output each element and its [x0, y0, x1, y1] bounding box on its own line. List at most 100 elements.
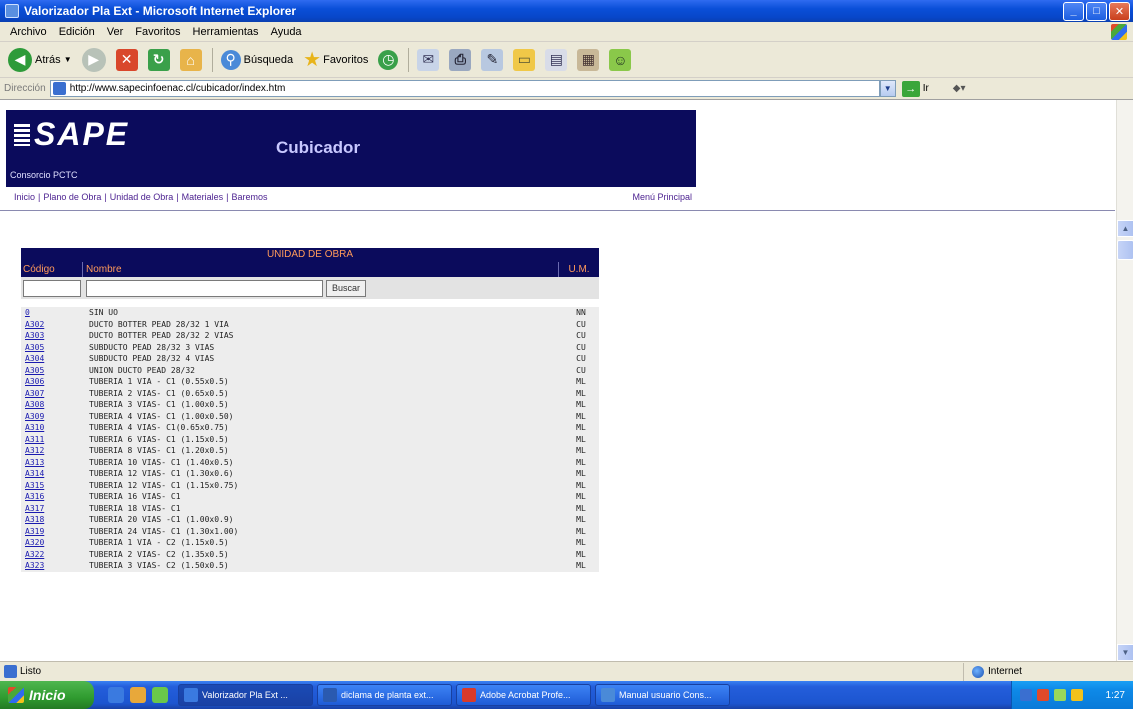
row-name: TUBERIA 1 VIA - C1 (0.55x0.5)	[89, 377, 229, 386]
table-row: A307 TUBERIA 2 VIAS- C1 (0.65x0.5) ML	[21, 388, 599, 400]
row-unit: ML	[576, 434, 586, 444]
chevron-down-icon[interactable]: ▼	[64, 55, 72, 64]
search-icon: ⚲	[220, 49, 241, 70]
row-code-link[interactable]: A319	[21, 526, 85, 538]
row-name: TUBERIA 1 VIA - C2 (1.15x0.5)	[89, 538, 229, 547]
row-code-link[interactable]: A307	[21, 388, 85, 400]
scroll-up-button[interactable]: ▲	[1117, 220, 1133, 237]
row-code-link[interactable]: A309	[21, 411, 85, 423]
mail-button[interactable]: ✉	[413, 46, 443, 74]
row-code-link[interactable]: A308	[21, 399, 85, 411]
search-button[interactable]: ⚲ Búsqueda	[217, 46, 298, 74]
name-search-input[interactable]	[86, 279, 323, 297]
ie-icon	[184, 688, 198, 702]
menu-ver[interactable]: Ver	[101, 26, 130, 38]
acrobat-icon	[462, 688, 476, 702]
messenger-tray-icon[interactable]	[1071, 689, 1083, 701]
forward-button[interactable]: ▶	[78, 46, 110, 74]
windows-flag-icon	[8, 687, 24, 703]
table-row: A305 UNION DUCTO PEAD 28/32 CU	[21, 365, 599, 377]
nav-inicio[interactable]: Inicio	[14, 192, 35, 202]
row-code-link[interactable]: A302	[21, 319, 85, 331]
network-icon[interactable]	[1020, 689, 1032, 701]
task-diclama[interactable]: diclama de planta ext...	[317, 684, 452, 706]
messenger-button[interactable]: ☺	[605, 46, 635, 74]
nav-materiales[interactable]: Materiales	[182, 192, 224, 202]
row-code-link[interactable]: A322	[21, 549, 85, 561]
antivirus-icon[interactable]	[1037, 689, 1049, 701]
zone-text: Internet	[988, 666, 1022, 677]
task-valorizador[interactable]: Valorizador Pla Ext ...	[178, 684, 313, 706]
table-row: A322 TUBERIA 2 VIAS- C2 (1.35x0.5) ML	[21, 549, 599, 561]
desktop-quicklaunch-icon[interactable]	[152, 687, 168, 703]
row-code-link[interactable]: A314	[21, 468, 85, 480]
row-code-link[interactable]: A311	[21, 434, 85, 446]
row-code-link[interactable]: A305	[21, 342, 85, 354]
back-button[interactable]: ◀ Atrás ▼	[4, 46, 76, 74]
stop-button[interactable]: ✕	[112, 46, 142, 74]
start-button[interactable]: Inicio	[0, 681, 94, 709]
home-button[interactable]: ⌂	[176, 46, 206, 74]
window-titlebar[interactable]: Valorizador Pla Ext - Microsoft Internet…	[0, 0, 1133, 22]
menu-archivo[interactable]: Archivo	[4, 26, 53, 38]
task-label: diclama de planta ext...	[341, 690, 434, 700]
nav-menu-principal[interactable]: Menú Principal	[632, 192, 692, 202]
row-unit: ML	[576, 503, 586, 513]
volume-icon[interactable]	[1054, 689, 1066, 701]
row-code-link[interactable]: A323	[21, 560, 85, 572]
row-code-link[interactable]: A315	[21, 480, 85, 492]
ie-quicklaunch-icon[interactable]	[108, 687, 124, 703]
row-code-link[interactable]: A320	[21, 537, 85, 549]
close-button[interactable]: ✕	[1109, 1, 1130, 21]
code-search-input[interactable]	[23, 279, 81, 297]
links-button[interactable]: ◆▾	[953, 83, 966, 94]
menu-herramientas[interactable]: Herramientas	[187, 26, 265, 38]
table-row: A315 TUBERIA 12 VIAS- C1 (1.15x0.75) ML	[21, 480, 599, 492]
site-header: SAPE Cubicador Consorcio PCTC	[6, 110, 696, 187]
row-code-link[interactable]: A306	[21, 376, 85, 388]
scroll-down-button[interactable]: ▼	[1117, 644, 1133, 661]
address-input[interactable]: http://www.sapecinfoenac.cl/cubicador/in…	[49, 80, 880, 97]
folder-button[interactable]: ▭	[509, 46, 539, 74]
buscar-button[interactable]: Buscar	[326, 279, 367, 297]
go-button[interactable]: → Ir	[901, 80, 929, 97]
minimize-button[interactable]: _	[1063, 1, 1084, 21]
task-acrobat[interactable]: Adobe Acrobat Profe...	[456, 684, 591, 706]
row-code-link[interactable]: 0	[21, 307, 85, 319]
row-code-link[interactable]: A303	[21, 330, 85, 342]
table-row: A320 TUBERIA 1 VIA - C2 (1.15x0.5) ML	[21, 537, 599, 549]
toolbar: ◀ Atrás ▼ ▶ ✕ ↻ ⌂ ⚲ Búsqueda ★ Favoritos…	[0, 42, 1133, 78]
media-quicklaunch-icon[interactable]	[130, 687, 146, 703]
row-code-link[interactable]: A317	[21, 503, 85, 515]
task-manual[interactable]: Manual usuario Cons...	[595, 684, 730, 706]
maximize-button[interactable]: □	[1086, 1, 1107, 21]
nav-plano-de-obra[interactable]: Plano de Obra	[43, 192, 101, 202]
row-unit: ML	[576, 388, 586, 398]
menu-favoritos[interactable]: Favoritos	[129, 26, 186, 38]
menu-edicion[interactable]: Edición	[53, 26, 101, 38]
row-code-link[interactable]: A313	[21, 457, 85, 469]
discuss-button[interactable]: ▤	[541, 46, 571, 74]
print-button[interactable]: ⎙	[445, 46, 475, 74]
nav-baremos[interactable]: Baremos	[232, 192, 268, 202]
favorites-button[interactable]: ★ Favoritos	[299, 46, 372, 74]
messenger-icon: ☺	[609, 48, 632, 71]
row-code-link[interactable]: A305	[21, 365, 85, 377]
menu-ayuda[interactable]: Ayuda	[265, 26, 308, 38]
window-controls: _ □ ✕	[1063, 1, 1130, 21]
research-button[interactable]: ▦	[573, 46, 603, 74]
refresh-button[interactable]: ↻	[144, 46, 174, 74]
address-dropdown-button[interactable]: ▼	[879, 80, 896, 97]
table-header-row: Código Nombre U.M.	[21, 262, 599, 277]
row-code-link[interactable]: A310	[21, 422, 85, 434]
vertical-scrollbar[interactable]: ▲ ▼	[1116, 100, 1133, 661]
row-code-link[interactable]: A312	[21, 445, 85, 457]
row-code-link[interactable]: A316	[21, 491, 85, 503]
table-body: 0 SIN UO NN A302 DUCTO BOTTER PEAD 28/32 1 V…	[21, 307, 599, 572]
nav-unidad-de-obra[interactable]: Unidad de Obra	[110, 192, 174, 202]
row-code-link[interactable]: A304	[21, 353, 85, 365]
history-button[interactable]: ◷	[374, 46, 402, 74]
scroll-thumb[interactable]	[1117, 240, 1133, 260]
row-code-link[interactable]: A318	[21, 514, 85, 526]
edit-button[interactable]: ✎	[477, 46, 507, 74]
